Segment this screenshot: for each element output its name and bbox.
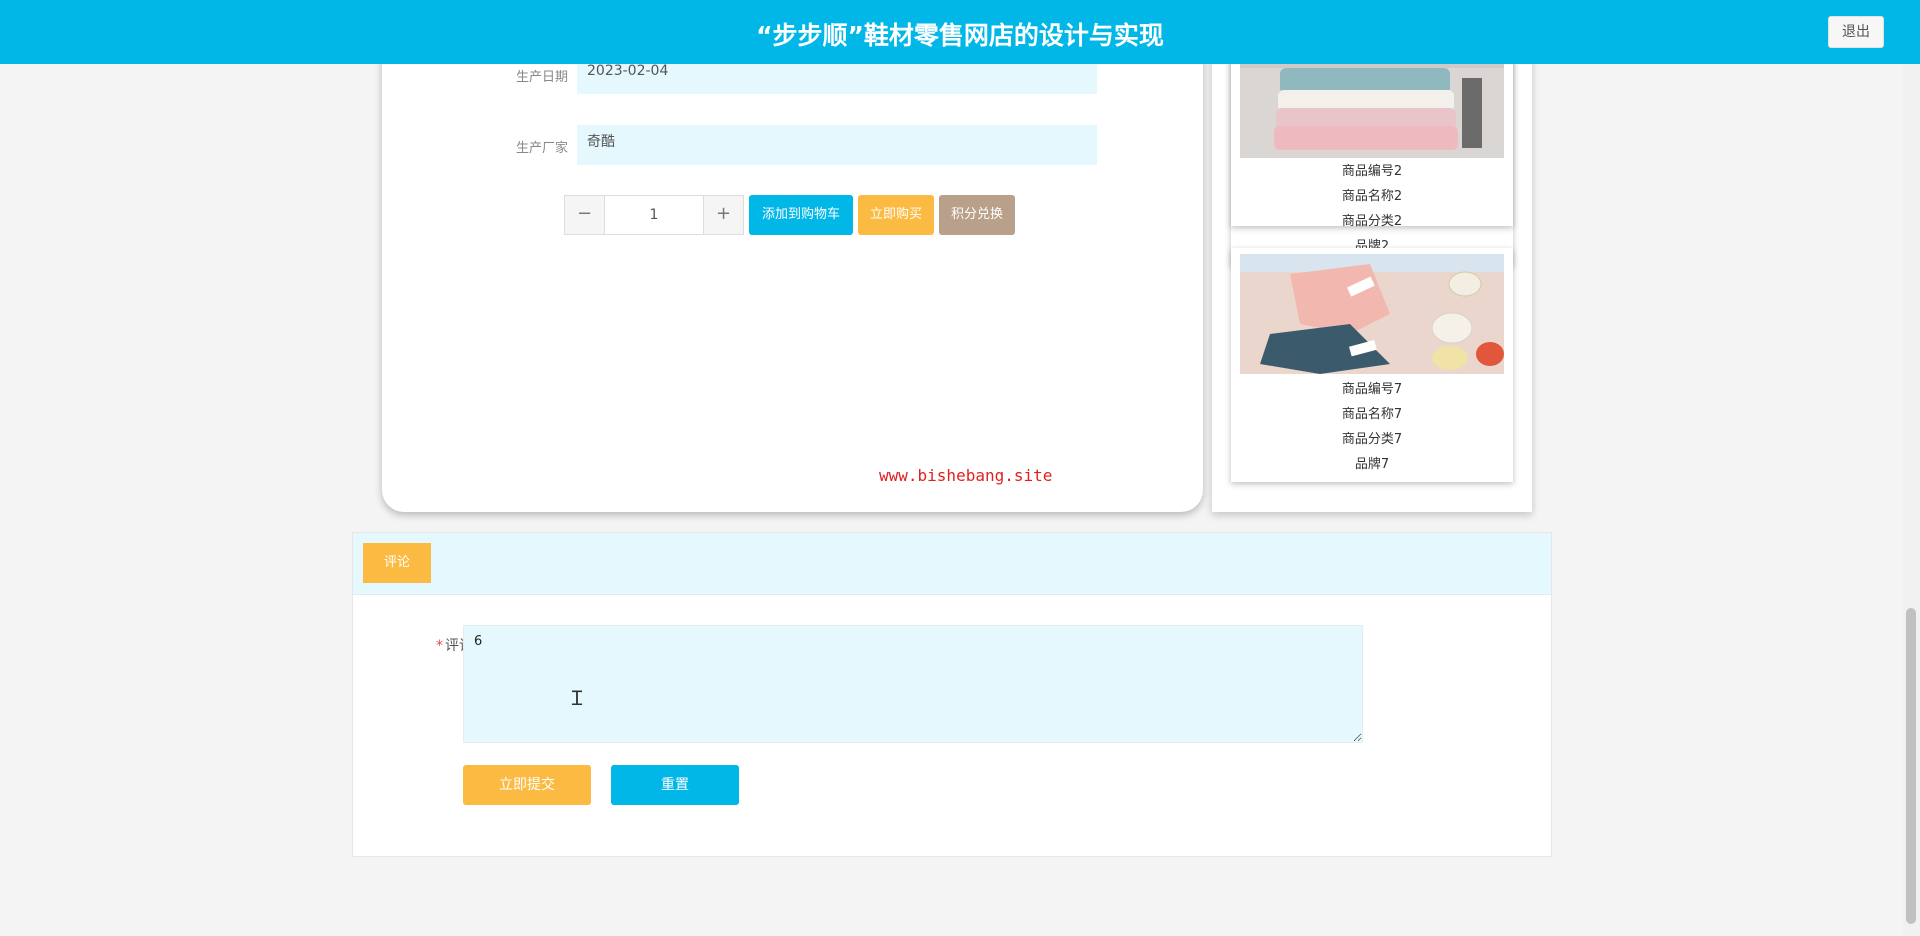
manufacturer-value: 奇酷 xyxy=(577,125,1097,165)
product-brand: 品牌7 xyxy=(1354,457,1390,472)
page-scrollbar-thumb[interactable] xyxy=(1906,608,1916,924)
tab-comment[interactable]: 评论 xyxy=(363,543,431,583)
recommended-product-card[interactable]: 商品编号7 商品名称7 商品分类7 品牌7 xyxy=(1231,248,1513,482)
comment-tab-bar: 评论 xyxy=(353,533,1551,595)
site-title: “步步顺”鞋材零售网店的设计与实现 xyxy=(756,21,1164,50)
comment-section: 评论 * 评论 6 立即提交 重置 xyxy=(352,532,1552,857)
recommendation-panel: 商品编号2 商品名称2 商品分类2 品牌2 商品编号7 商品名称7 商品分类7 … xyxy=(1212,30,1532,512)
product-image-kitchen-tools[interactable] xyxy=(1240,254,1504,374)
required-mark: * xyxy=(436,638,443,654)
comment-textarea[interactable]: 6 xyxy=(463,625,1363,743)
points-exchange-button[interactable]: 积分兑换 xyxy=(939,195,1015,235)
production-date-label: 生产日期 xyxy=(515,70,568,85)
reset-button[interactable]: 重置 xyxy=(611,765,739,805)
logout-button[interactable]: 退出 xyxy=(1828,16,1884,48)
recommended-product-card-shadow xyxy=(1231,30,1513,266)
product-detail-card: 生产日期 2023-02-04 生产厂家 奇酷 − + 添加到购物车 立即购买 … xyxy=(382,40,1203,512)
manufacturer-label: 生产厂家 xyxy=(515,141,568,156)
quantity-increase-button[interactable]: + xyxy=(703,196,743,234)
add-to-cart-button[interactable]: 添加到购物车 xyxy=(749,195,853,235)
quantity-stepper: − + xyxy=(564,195,744,235)
submit-button[interactable]: 立即提交 xyxy=(463,765,591,805)
top-header: “步步顺”鞋材零售网店的设计与实现 退出 xyxy=(0,0,1920,64)
quantity-decrease-button[interactable]: − xyxy=(565,196,605,234)
quantity-input[interactable] xyxy=(605,196,703,234)
product-category: 商品分类7 xyxy=(1341,432,1403,447)
text-cursor-icon: Ｉ xyxy=(567,686,587,710)
buy-now-button[interactable]: 立即购买 xyxy=(858,195,934,235)
watermark-text: www.bishebang.site xyxy=(879,466,1053,485)
product-code: 商品编号7 xyxy=(1341,382,1403,397)
product-name: 商品名称7 xyxy=(1341,407,1403,422)
